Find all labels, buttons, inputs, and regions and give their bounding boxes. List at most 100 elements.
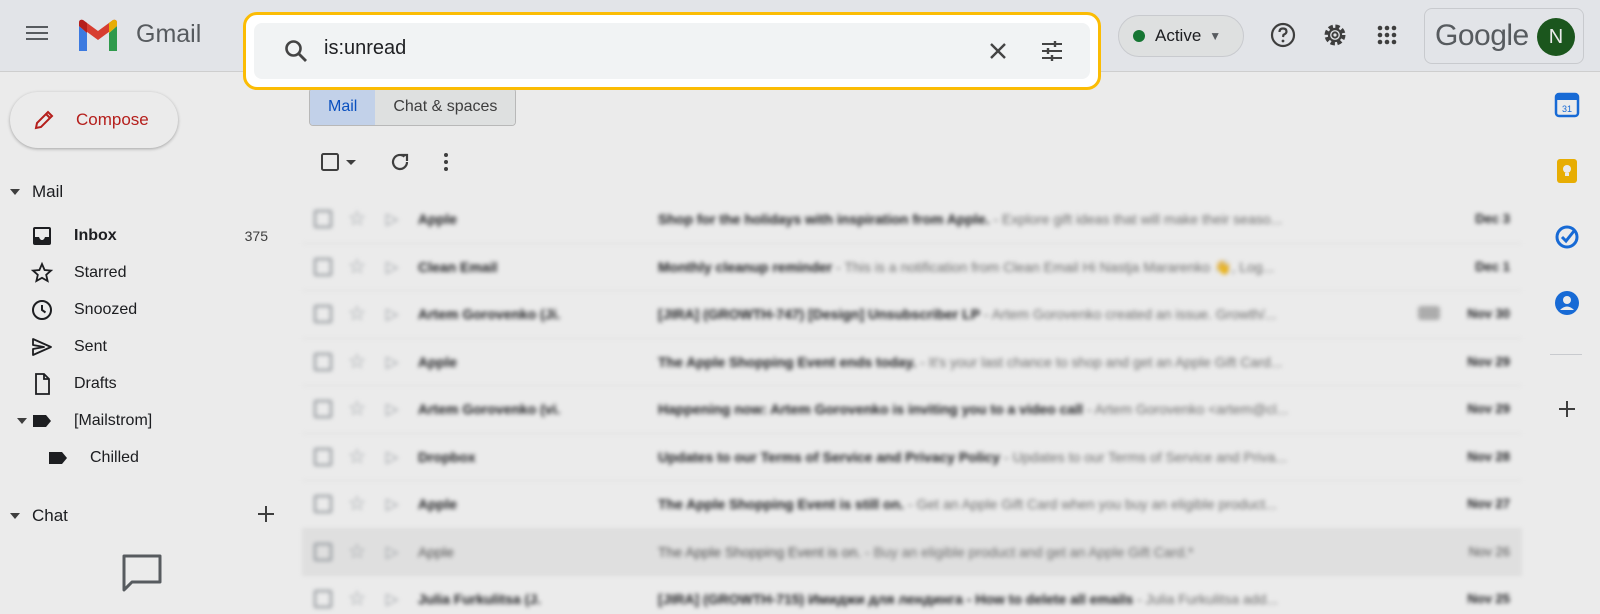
row-checkbox[interactable] xyxy=(314,400,332,418)
tasks-icon[interactable] xyxy=(1554,224,1580,250)
star-icon[interactable]: ☆ xyxy=(348,586,366,611)
table-row[interactable]: ☆ ▷ Apple The Apple Shopping Event is on. -… xyxy=(302,528,1522,576)
important-marker-icon[interactable]: ▷ xyxy=(386,304,398,324)
table-row[interactable]: ☆ ▷ Clean Email Monthly cleanup reminder - … xyxy=(302,244,1522,291)
sidebar-item-drafts[interactable]: Drafts xyxy=(0,366,290,402)
table-row[interactable]: ☆ ▷ Julia Furkulitsa (J. [JIRA] (GROWTH-715… xyxy=(302,576,1522,614)
star-icon[interactable]: ☆ xyxy=(348,539,366,564)
row-checkbox[interactable] xyxy=(314,542,332,561)
search-options-icon[interactable] xyxy=(1038,37,1066,65)
email-date: Nov 29 xyxy=(1467,401,1510,416)
close-icon[interactable] xyxy=(984,37,1012,65)
star-icon[interactable]: ☆ xyxy=(348,396,366,421)
star-icon[interactable]: ☆ xyxy=(348,301,366,326)
status-selector[interactable]: Active ▼ xyxy=(1118,15,1244,57)
avatar[interactable]: N xyxy=(1537,18,1575,56)
chat-section-toggle[interactable]: Chat xyxy=(10,506,68,526)
pencil-icon xyxy=(34,110,54,130)
email-date: Nov 27 xyxy=(1467,496,1510,511)
sidebar-item-snoozed[interactable]: Snoozed xyxy=(0,292,290,328)
email-snippet: - Julia Furkulitsa add... xyxy=(1133,591,1278,607)
row-checkbox[interactable] xyxy=(314,352,332,371)
main-menu-button[interactable] xyxy=(26,22,56,52)
table-row[interactable]: ☆ ▷ Apple The Apple Shopping Event is still… xyxy=(302,481,1522,529)
email-sender: Apple xyxy=(418,543,454,560)
status-label: Active xyxy=(1155,26,1202,45)
important-marker-icon[interactable]: ▷ xyxy=(386,542,398,562)
email-subject: The Apple Shopping Event ends today. xyxy=(658,353,917,370)
email-subject-line: [JIRA] (GROWTH-715) Имиджи для лендинга … xyxy=(658,591,1378,607)
more-options-icon[interactable] xyxy=(432,148,460,176)
important-marker-icon[interactable]: ▷ xyxy=(386,494,398,514)
star-icon[interactable]: ☆ xyxy=(348,254,366,279)
email-subject: Monthly cleanup reminder xyxy=(658,258,833,275)
compose-button[interactable]: Compose xyxy=(10,92,178,148)
search-input[interactable]: is:unread xyxy=(324,37,406,60)
add-addon-icon[interactable] xyxy=(1554,396,1580,422)
add-chat-icon[interactable] xyxy=(254,502,278,526)
sidebar-item-label: Drafts xyxy=(74,375,117,392)
svg-text:31: 31 xyxy=(1562,104,1572,114)
email-subject-line: The Apple Shopping Event ends today. - I… xyxy=(658,354,1378,370)
email-sender: Artem Gorovenko (vi. xyxy=(418,401,561,417)
clock-icon xyxy=(32,300,52,320)
email-sender: Artem Gorovenko (Ji. xyxy=(418,306,561,322)
table-row[interactable]: ☆ ▷ Artem Gorovenko (Ji. [JIRA] (GROWTH-747… xyxy=(302,291,1522,339)
active-status-dot xyxy=(1133,30,1145,42)
settings-gear-icon[interactable] xyxy=(1320,20,1350,50)
sidebar-item-inbox[interactable]: Inbox 375 xyxy=(0,218,290,254)
refresh-icon[interactable] xyxy=(386,148,414,176)
important-marker-icon[interactable]: ▷ xyxy=(386,209,398,229)
sidebar-item-chilled[interactable]: Chilled xyxy=(0,440,290,476)
email-snippet: - Buy an eligible product and get an App… xyxy=(861,543,1194,560)
search-icon[interactable] xyxy=(282,37,310,65)
table-row[interactable]: ☆ ▷ Artem Gorovenko (vi. Happening now: Art… xyxy=(302,386,1522,434)
help-icon[interactable] xyxy=(1268,20,1298,50)
star-icon[interactable]: ☆ xyxy=(348,206,366,231)
caret-down-icon[interactable] xyxy=(17,418,27,424)
email-subject: Happening now: Artem Gorovenko is inviti… xyxy=(658,401,1083,417)
calendar-icon[interactable]: 31 xyxy=(1554,92,1580,118)
tab-mail[interactable]: Mail xyxy=(310,89,376,125)
row-checkbox[interactable] xyxy=(314,210,332,228)
tab-chat-spaces[interactable]: Chat & spaces xyxy=(375,89,516,125)
select-dropdown-icon[interactable] xyxy=(342,148,370,176)
important-marker-icon[interactable]: ▷ xyxy=(386,352,398,372)
inbox-icon xyxy=(33,227,51,245)
table-row[interactable]: ☆ ▷ Dropbox Updates to our Terms of Service… xyxy=(302,434,1522,481)
sidebar-item-label: Inbox xyxy=(74,227,117,244)
account-area[interactable]: Google N xyxy=(1424,8,1584,64)
gmail-logo[interactable] xyxy=(76,18,120,54)
important-marker-icon[interactable]: ▷ xyxy=(386,257,398,277)
mail-section-toggle[interactable]: Mail xyxy=(10,182,63,202)
email-subject-line: Monthly cleanup reminder - This is a not… xyxy=(658,259,1378,276)
table-row[interactable]: ☆ ▷ Apple The Apple Shopping Event ends tod… xyxy=(302,339,1522,386)
email-subject: [JIRA] (GROWTH-715) Имиджи для лендинга … xyxy=(658,591,1134,607)
table-row[interactable]: ☆ ▷ Apple Shop for the holidays with inspir… xyxy=(302,196,1522,244)
row-checkbox[interactable] xyxy=(314,305,332,323)
row-checkbox[interactable] xyxy=(314,447,332,466)
search-field[interactable]: is:unread xyxy=(254,23,1090,79)
keep-icon[interactable] xyxy=(1554,158,1580,184)
star-icon[interactable]: ☆ xyxy=(348,491,366,516)
important-marker-icon[interactable]: ▷ xyxy=(386,399,398,419)
google-wordmark: Google xyxy=(1435,19,1529,52)
star-icon[interactable]: ☆ xyxy=(348,349,366,374)
sidebar-item-mailstrom[interactable]: [Mailstrom] xyxy=(0,403,290,439)
row-checkbox[interactable] xyxy=(314,257,332,276)
row-checkbox[interactable] xyxy=(314,590,332,608)
star-icon[interactable]: ☆ xyxy=(348,444,366,469)
email-sender: Apple xyxy=(418,353,457,370)
sidebar-item-starred[interactable]: Starred xyxy=(0,255,290,291)
contacts-icon[interactable] xyxy=(1554,290,1580,316)
sidebar-item-label: Snoozed xyxy=(74,301,138,318)
attachment-tag xyxy=(1418,306,1440,320)
important-marker-icon[interactable]: ▷ xyxy=(386,447,398,467)
row-checkbox[interactable] xyxy=(314,495,332,513)
sidebar-item-sent[interactable]: Sent xyxy=(0,329,290,365)
email-subject: Updates to our Terms of Service and Priv… xyxy=(658,448,1001,465)
apps-grid-icon[interactable] xyxy=(1372,20,1402,50)
important-marker-icon[interactable]: ▷ xyxy=(386,589,398,609)
email-subject: [JIRA] (GROWTH-747) [Design] Unsubscribe… xyxy=(658,306,981,322)
chat-section-label: Chat xyxy=(32,506,68,525)
